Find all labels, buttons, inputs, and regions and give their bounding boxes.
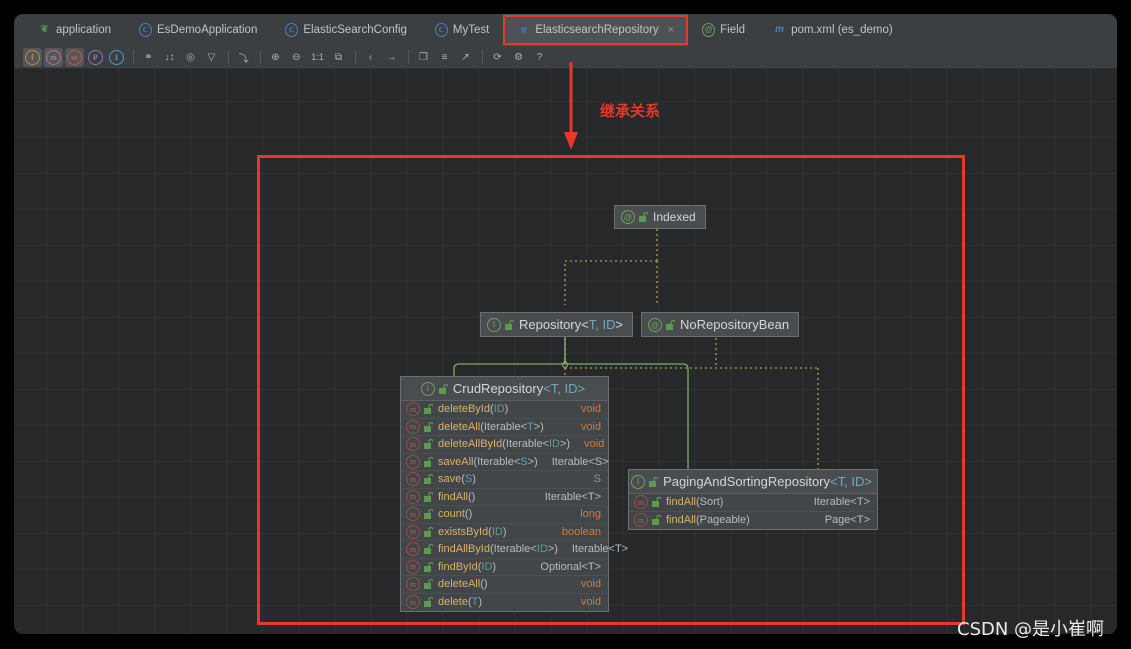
editor-tab-pom-xml-es-demo[interactable]: m pom.xml (es_demo) (759, 14, 907, 46)
java-class-icon: C (434, 23, 448, 37)
editor-tab-application[interactable]: ❦ application (24, 14, 125, 46)
editor-tab-label: MyTest (452, 24, 490, 36)
toolbar-separator (482, 50, 483, 64)
editor-tab-label: pom.xml (es_demo) (791, 24, 893, 36)
editor-tab-label: ElasticSearchConfig (303, 24, 407, 36)
method-toggle-icon-glyph: m (46, 49, 61, 65)
editor-tab-mytest[interactable]: C MyTest (421, 14, 503, 46)
toolbar-actual-size-icon[interactable]: 1:1 (308, 48, 327, 67)
inner-class-toggle-icon-glyph: I (109, 49, 124, 65)
editor-tab-elasticsearchconfig[interactable]: C ElasticSearchConfig (271, 14, 421, 46)
editor-tab-bar: ❦ application C EsDemoApplication C ElasticSe… (14, 14, 1117, 46)
property-toggle-icon-glyph: P (88, 49, 103, 65)
toolbar-separator (133, 50, 134, 64)
java-class-icon: C (285, 23, 299, 37)
annotation-highlight-rect (257, 155, 965, 625)
java-interface-icon: If (521, 24, 527, 35)
diagram-toolbar: f m m P I ⚭ ↓↕ ◎ ▽ ⤵ ⊕ ⊖ 1:1 ⧉ ‹ → ❐ ≡ ↗ ⟳ ⚙? (14, 46, 1117, 69)
toolbar-visibility-icon[interactable]: ◎ (181, 48, 200, 67)
field-toggle-icon-glyph: f (25, 49, 40, 65)
toolbar-export-icon[interactable]: ↗ (456, 48, 475, 67)
toolbar-constructor-toggle-icon[interactable]: m (65, 47, 84, 67)
circle-glyph: C (285, 23, 299, 37)
toolbar-share-icon[interactable]: ‹ (361, 48, 380, 67)
toolbar-dependencies-icon[interactable]: ⚭ (139, 48, 158, 67)
editor-tab-field[interactable]: @ Field (688, 14, 759, 46)
constructor-toggle-icon-glyph: m (67, 49, 82, 65)
toolbar-inner-class-toggle-icon[interactable]: I (107, 48, 126, 67)
circle-glyph: @ (702, 23, 716, 37)
toolbar-layout-icon[interactable]: ⤵ (234, 48, 253, 67)
annotation-icon: @ (702, 23, 716, 37)
toolbar-method-toggle-icon[interactable]: m (44, 47, 63, 67)
toolbar-separator (408, 50, 409, 64)
annotation-label-inheritance: 继承关系 (600, 102, 661, 120)
editor-tab-elasticsearchrepository[interactable]: If ElasticsearchRepository × (503, 14, 689, 46)
editor-tab-label: EsDemoApplication (156, 24, 258, 36)
toolbar-jump-icon[interactable]: → (382, 48, 401, 67)
close-icon[interactable]: × (668, 24, 674, 36)
toolbar-refresh-icon[interactable]: ⟳ (488, 48, 507, 67)
editor-tab-esdemoapplication[interactable]: C EsDemoApplication (125, 14, 271, 46)
circle-glyph: C (138, 23, 152, 37)
toolbar-fit-content-icon[interactable]: ⧉ (329, 48, 348, 67)
toolbar-copy-icon[interactable]: ❐ (414, 48, 433, 67)
editor-tab-label: Field (720, 24, 746, 36)
spring-class-icon: C (138, 23, 152, 37)
screenshot-root: ❦ application C EsDemoApplication C ElasticSe… (0, 0, 1131, 649)
leaf-icon: ❦ (40, 24, 49, 35)
toolbar-notes-icon[interactable]: ≡ (435, 48, 454, 67)
watermark: CSDN @是小崔啊 (957, 619, 1105, 640)
editor-tab-label: application (56, 24, 111, 36)
toolbar-separator (228, 50, 229, 64)
toolbar-separator (355, 50, 356, 64)
toolbar-settings-icon[interactable]: ⚙ (509, 48, 528, 67)
maven-icon: m (775, 24, 785, 35)
toolbar-separator (260, 50, 261, 64)
toolbar-help-icon[interactable]: ? (530, 48, 549, 67)
toolbar-filter-icon[interactable]: ▽ (202, 48, 221, 67)
toolbar-zoom-out-icon[interactable]: ⊖ (287, 48, 306, 67)
editor-tab-label: ElasticsearchRepository (535, 24, 659, 36)
toolbar-property-toggle-icon[interactable]: P (86, 48, 105, 67)
toolbar-sort-icon[interactable]: ↓↕ (160, 48, 179, 67)
toolbar-zoom-in-icon[interactable]: ⊕ (266, 48, 285, 67)
circle-glyph: C (434, 23, 448, 37)
toolbar-field-toggle-icon[interactable]: f (23, 47, 42, 67)
